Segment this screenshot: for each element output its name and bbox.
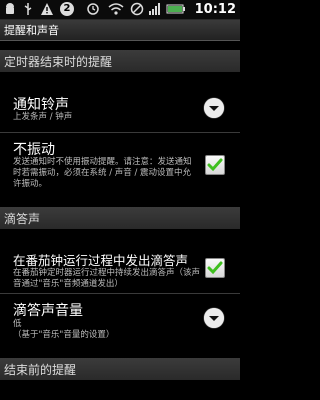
ringtone-subtitle: 上发条声 / 钟声 [13,112,73,122]
signal-icon [149,3,160,15]
usb-icon [24,3,32,15]
no-vibrate-checkbox[interactable] [205,155,225,175]
no-vibrate-setting[interactable]: 不振动 发送通知时不使用振动提醒。请注意：发送通知时若需振动，必须在系统 / 声… [0,133,240,203]
page-title: 提醒和声音 [4,24,59,37]
no-vibrate-title: 不振动 [13,142,55,158]
wifi-icon [108,3,124,15]
section-header-before-end: 结束前的提醒 [0,358,240,380]
check-icon [207,158,223,172]
title-bar: 提醒和声音 [0,20,240,41]
tick-volume-value: 低 [13,319,22,329]
section-title: 定时器结束时的提醒 [4,55,113,69]
tick-volume-note: （基于"音乐"音量的设置） [13,330,115,340]
tick-during-checkbox[interactable] [205,258,225,278]
section-header-timer-end: 定时器结束时的提醒 [0,50,240,72]
chevron-down-icon[interactable] [204,308,224,328]
chevron-down-icon[interactable] [204,98,224,118]
tick-volume-setting[interactable]: 滴答声音量 低 （基于"音乐"音量的设置） [0,294,240,346]
tick-during-subtitle: 在番茄钟定时器运行过程中持续发出滴答声（该声音通过"音乐"音频通道发出） [13,268,201,289]
status-bar: 2 10:12 [0,0,240,20]
section-header-tick: 滴答声 [0,207,240,229]
tick-during-setting[interactable]: 在番茄钟运行过程中发出滴答声 在番茄钟定时器运行过程中持续发出滴答声（该声音通过… [0,244,240,294]
notification-count-badge: 2 [60,2,74,16]
warning-icon [41,3,53,15]
ringtone-setting[interactable]: 通知铃声 上发条声 / 钟声 [0,80,240,130]
section-title: 滴答声 [4,212,41,226]
section-title: 结束前的提醒 [4,363,77,377]
ringtone-title: 通知铃声 [13,97,69,113]
tick-volume-title: 滴答声音量 [13,303,83,319]
status-time: 10:12 [194,2,236,17]
android-icon [6,3,14,14]
no-signal-icon [130,2,144,16]
tick-during-title: 在番茄钟运行过程中发出滴答声 [13,253,189,268]
alarm-icon [87,3,99,15]
no-vibrate-subtitle: 发送通知时不使用振动提醒。请注意：发送通知时若需振动，必须在系统 / 声音 / … [13,157,192,189]
check-icon [207,261,223,275]
battery-icon [166,4,185,14]
